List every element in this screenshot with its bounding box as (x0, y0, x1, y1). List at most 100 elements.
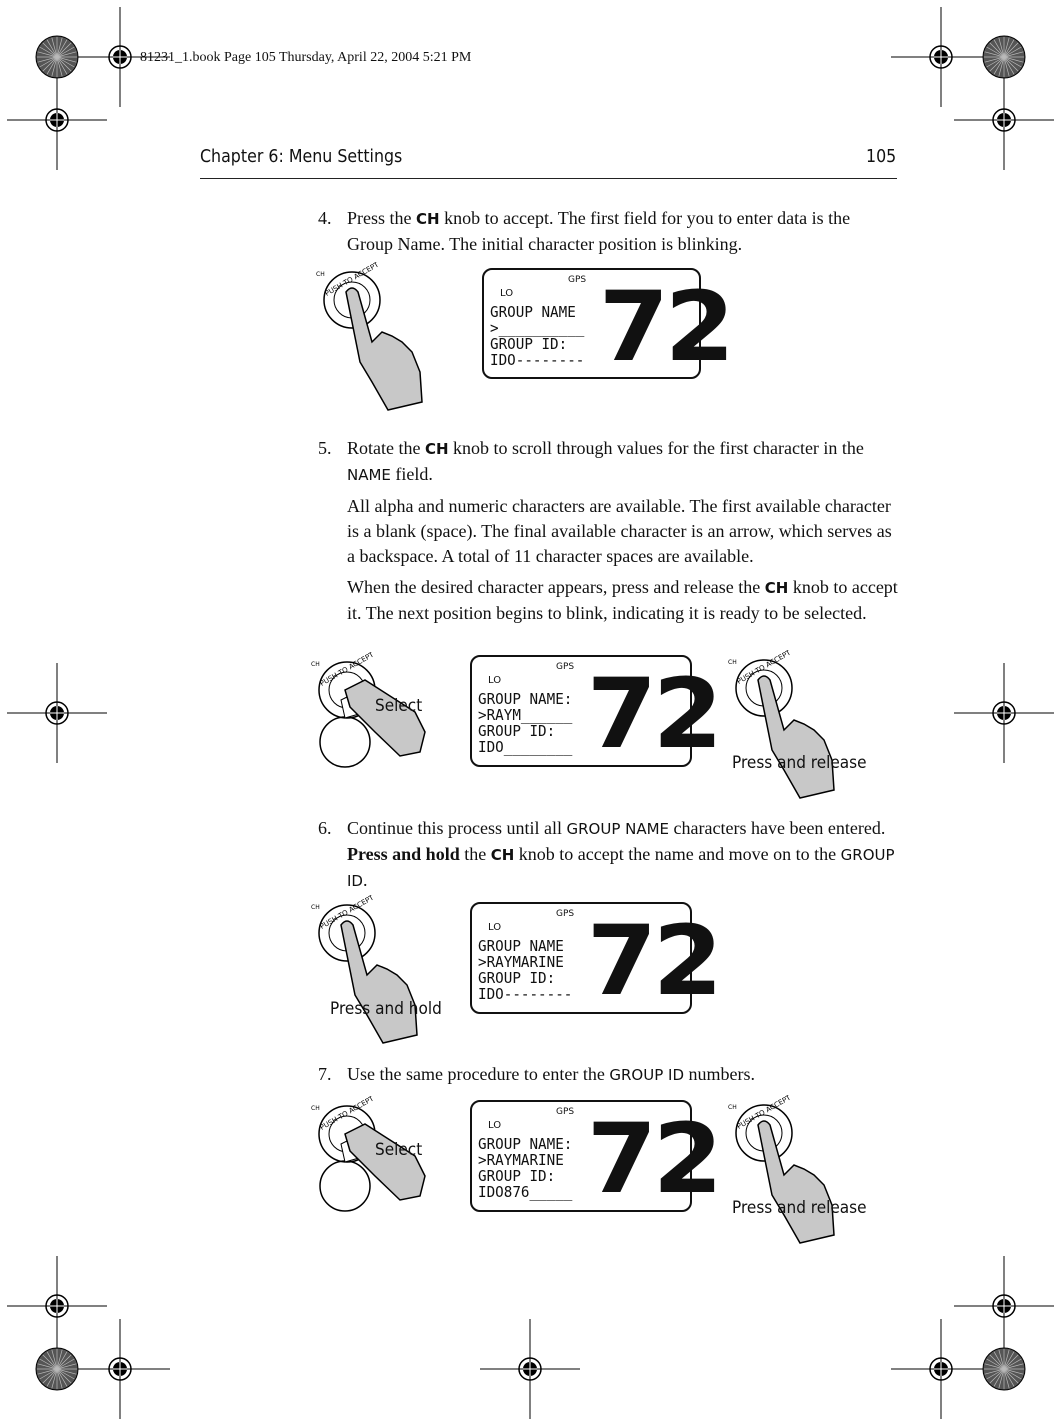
text: Press the (347, 208, 416, 228)
text: characters have been entered. (669, 818, 886, 838)
ch-key: CH (490, 846, 515, 864)
paragraph: All alpha and numeric characters are ava… (347, 496, 892, 566)
knob-hand-icon: CH PUSH TO ACCEPT (311, 650, 426, 768)
crosshair-mark (7, 663, 107, 763)
gps-indicator: GPS (556, 662, 575, 672)
lcd-line: GROUP ID: (478, 722, 556, 740)
gps-indicator: GPS (568, 275, 587, 285)
step-6: 6. Continue this process until all GROUP… (318, 816, 898, 894)
channel-number: 72 (586, 905, 723, 1017)
lcd-line: >RAYMARINE (478, 953, 564, 971)
svg-text:CH: CH (728, 1104, 737, 1111)
lcd-line: GROUP ID: (478, 1167, 556, 1185)
crosshair-mark (480, 1319, 580, 1419)
lcd-line: IDO876_____ (478, 1183, 573, 1201)
svg-text:CH: CH (311, 661, 320, 668)
lcd-line: GROUP ID: (478, 969, 556, 987)
chapter-title: Chapter 6: Menu Settings (200, 146, 403, 167)
lcd-line: IDO________ (478, 738, 573, 756)
text: knob to scroll through values for the fi… (448, 438, 864, 458)
crosshair-mark (7, 70, 107, 170)
lcd-display: GPS LO GROUP NAME >__________ GROUP ID: IDO… (482, 268, 735, 379)
lcd-line: GROUP NAME (490, 303, 576, 321)
step-5: 5. Rotate the CH knob to scroll through … (318, 436, 898, 632)
text: knob to accept the name and move on to t… (514, 844, 841, 864)
bold-text: Press and hold (347, 844, 460, 864)
text: numbers. (684, 1064, 756, 1084)
action-label: Select (375, 696, 423, 716)
lcd-line: GROUP ID: (490, 335, 568, 353)
crosshair-mark (954, 663, 1054, 763)
lcd-display: GPS LO GROUP NAME: >RAYM______ GROUP ID: ID… (470, 655, 723, 767)
crosshair-mark (70, 1319, 170, 1419)
action-label: Press and hold (330, 999, 442, 1019)
step-number: 6. (318, 818, 332, 838)
lo-indicator: LO (488, 922, 502, 933)
ch-key: CH (416, 210, 440, 228)
lo-indicator: LO (488, 675, 502, 686)
crosshair-mark (7, 1256, 107, 1356)
starburst-mark (35, 1347, 79, 1391)
step-4: 4. Press the CH knob to accept. The firs… (318, 206, 898, 257)
lcd-line: >RAYM______ (478, 706, 573, 724)
action-label: Press and release (732, 1198, 867, 1218)
svg-text:CH: CH (311, 1105, 320, 1112)
header-rule (200, 178, 897, 179)
manual-page: 81231_1.book Page 105 Thursday, April 22… (0, 0, 1062, 1428)
lcd-display: GPS LO GROUP NAME >RAYMARINE GROUP ID: IDO-… (470, 902, 723, 1014)
push-knob-illustration: CH PUSH TO ACCEPT (722, 1093, 872, 1250)
text: When the desired character appears, pres… (347, 577, 765, 597)
lcd-line: >RAYMARINE (478, 1151, 564, 1169)
text: the (459, 844, 491, 864)
action-label: Select (375, 1140, 423, 1160)
rotate-knob-illustration: CH PUSH TO ACCEPT (305, 1094, 455, 1251)
lcd-line: GROUP NAME (478, 937, 564, 955)
svg-text:CH: CH (311, 904, 320, 911)
knob-hand-icon: CH PUSH TO ACCEPT (316, 260, 423, 411)
lcd-display: GPS LO GROUP NAME: >RAYMARINE GROUP ID: IDO… (470, 1100, 723, 1212)
starburst-mark (35, 35, 79, 79)
lcd-line: >__________ (490, 319, 585, 337)
gps-indicator: GPS (556, 1107, 575, 1117)
push-knob-illustration: CH PUSH TO ACCEPT (305, 893, 455, 1050)
starburst-mark (982, 1347, 1026, 1391)
starburst-mark (982, 35, 1026, 79)
knob-hand-icon: CH PUSH TO ACCEPT (311, 893, 418, 1044)
book-info-line: 81231_1.book Page 105 Thursday, April 22… (140, 50, 472, 65)
lcd-line: GROUP NAME: (478, 690, 573, 708)
field-name: NAME (347, 466, 391, 484)
text: . (362, 870, 368, 890)
knob-hand-icon: CH PUSH TO ACCEPT (728, 1093, 835, 1244)
crosshair-mark (891, 1319, 991, 1419)
rotate-knob-illustration: CH PUSH TO ACCEPT (305, 650, 455, 807)
lcd-line: IDO-------- (478, 985, 573, 1003)
channel-number: 72 (598, 271, 735, 383)
push-knob-illustration: CH PUSH TO ACCEPT (310, 260, 460, 417)
step-number: 5. (318, 438, 332, 458)
channel-number: 72 (586, 1103, 723, 1215)
ch-key: CH (424, 440, 449, 458)
svg-text:CH: CH (728, 659, 737, 666)
lcd-line: GROUP NAME: (478, 1135, 573, 1153)
lo-indicator: LO (500, 288, 514, 299)
push-knob-illustration: CH PUSH TO ACCEPT (722, 648, 872, 805)
action-label: Press and release (732, 753, 867, 773)
step-7: 7. Use the same procedure to enter the G… (318, 1062, 898, 1088)
field-name: GROUP ID (609, 1066, 685, 1084)
text: Continue this process until all (347, 818, 567, 838)
lcd-line: IDO-------- (490, 351, 585, 369)
svg-text:CH: CH (316, 271, 325, 278)
text: Rotate the (347, 438, 425, 458)
crosshair-mark (954, 70, 1054, 170)
step-number: 4. (318, 208, 332, 228)
knob-hand-icon: CH PUSH TO ACCEPT (311, 1094, 426, 1212)
crosshair-mark (954, 1256, 1054, 1356)
lo-indicator: LO (488, 1120, 502, 1131)
crosshair-mark (891, 7, 991, 107)
ch-key: CH (764, 579, 789, 597)
text: field. (390, 464, 433, 484)
knob-hand-icon: CH PUSH TO ACCEPT (728, 648, 835, 799)
gps-indicator: GPS (556, 909, 575, 919)
text: Use the same procedure to enter the (347, 1064, 610, 1084)
channel-number: 72 (586, 658, 723, 770)
